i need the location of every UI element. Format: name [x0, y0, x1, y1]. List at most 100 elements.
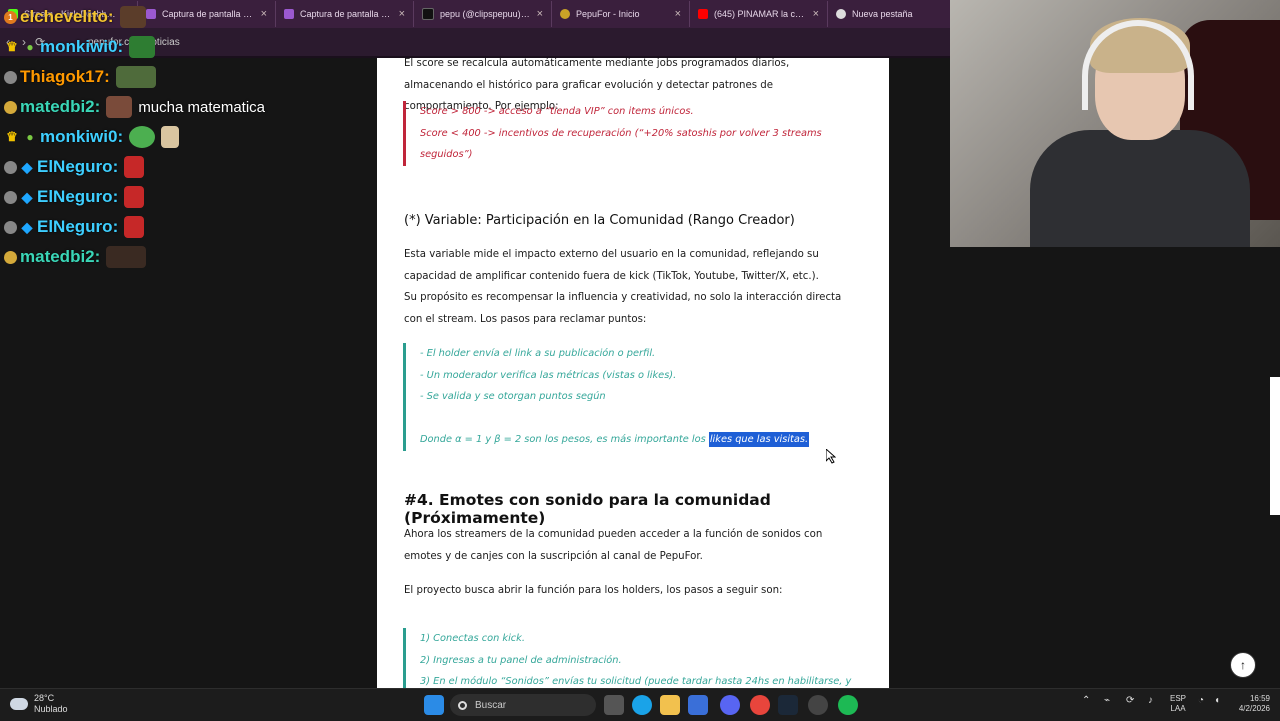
edge-icon[interactable] [632, 695, 652, 715]
temperature: 28°C [34, 693, 55, 703]
chrome-icon [836, 9, 846, 19]
tab-label: pepu (@clipspepuu) | TikT [440, 9, 531, 19]
colon: : [117, 37, 124, 56]
chat-username: elchevelito [20, 7, 108, 26]
level-badge-icon [4, 220, 17, 234]
time: 16:59 [1249, 694, 1270, 703]
diamond-badge-icon: ◆ [21, 158, 33, 175]
spotify-icon[interactable] [838, 695, 858, 715]
weather-condition: Nublado [34, 704, 68, 714]
tiktok-icon [422, 8, 434, 20]
colon: : [112, 187, 119, 206]
chat-username: matedbi2 [20, 97, 95, 116]
chat-message: 1 elchevelito: [4, 3, 146, 31]
chrome-icon[interactable] [750, 695, 770, 715]
sub-badge-icon: 1 [4, 10, 17, 24]
emote-icon [106, 246, 147, 268]
webcam-feed [950, 0, 1280, 247]
microphone-icon[interactable]: ♪ [1148, 695, 1153, 706]
frog-badge-icon: ● [26, 40, 34, 54]
browser-tab[interactable]: (645) PINAMAR la canción × [690, 1, 828, 27]
popcorn-emote-icon [161, 126, 180, 148]
paragraph: Su propósito es recompensar la influenci… [404, 292, 842, 325]
browser-tab-active[interactable]: PepuFor - Inicio × [552, 1, 690, 27]
sync-icon[interactable]: ⟳ [1126, 695, 1134, 706]
chevron-up-icon[interactable]: ⌃ [1082, 695, 1090, 706]
discord-icon[interactable] [720, 695, 740, 715]
pepufor-icon [560, 9, 570, 19]
close-icon[interactable]: × [675, 8, 681, 20]
wifi-icon[interactable]: ◔ [1198, 695, 1204, 706]
level-badge-icon [4, 70, 17, 84]
formula-text: Donde α = 1 y β = 2 son los pesos, es má… [420, 434, 709, 445]
file-explorer-icon[interactable] [660, 695, 680, 715]
network-icon[interactable]: ⌁ [1104, 695, 1110, 706]
close-icon[interactable]: × [537, 8, 543, 20]
chat-username: matedbi2 [20, 247, 95, 266]
scroll-to-top-button[interactable]: ↑ [1230, 652, 1256, 678]
callout-spacer [420, 408, 858, 430]
chat-message: matedbi2: mucha matematica [4, 93, 265, 121]
emote-icon [106, 96, 133, 118]
red-callout: Score > 800 -> acceso a “tienda VIP” con… [403, 101, 858, 166]
colon: : [117, 127, 124, 146]
crown-badge-icon: ♛ [6, 39, 18, 54]
colon: : [94, 247, 101, 266]
chat-username: monkiwi0 [40, 37, 118, 56]
windows-start-icon[interactable] [424, 695, 444, 715]
chat-overlay: 1 elchevelito: ♛ ● monkiwi0: Thiagok17: … [0, 0, 380, 280]
obs-icon[interactable] [808, 695, 828, 715]
chat-message: ◆ ElNeguro: [4, 153, 145, 181]
chat-message: ◆ ElNeguro: [4, 213, 145, 241]
streamer-body [1030, 130, 1250, 247]
store-icon[interactable] [688, 695, 708, 715]
steam-icon[interactable] [778, 695, 798, 715]
emote-icon [119, 6, 146, 28]
chat-username: ElNeguro [37, 187, 113, 206]
callout-line: - Se valida y se otorgan puntos según [420, 391, 606, 402]
paragraph: Ahora los streamers de la comunidad pued… [404, 529, 823, 562]
search-placeholder: Buscar [475, 699, 507, 711]
volume-icon[interactable]: ◖ [1214, 695, 1220, 706]
callout-line: Score > 800 -> acceso a “tienda VIP” con… [420, 106, 694, 117]
steps-callout: 1) Conectas con kick. 2) Ingresas a tu p… [403, 628, 858, 688]
paragraph: Esta variable mide el impacto externo de… [404, 249, 819, 282]
new-tab-label: Nueva pestaña [852, 9, 913, 19]
pepe-emote-icon [129, 126, 156, 148]
system-clock[interactable]: 16:59 4/2/2026 [1230, 694, 1270, 714]
chat-username: ElNeguro [37, 157, 113, 176]
language-code: ESP [1170, 694, 1187, 703]
date: 4/2/2026 [1238, 704, 1270, 713]
new-tab[interactable]: Nueva pestaña [828, 1, 921, 27]
colon: : [94, 97, 101, 116]
taskbar-search[interactable]: Buscar [450, 694, 596, 716]
teal-callout: - El holder envía el link a su publicaci… [403, 343, 858, 451]
keyboard-layout: LAA [1170, 704, 1186, 713]
diamond-badge-icon: ◆ [21, 218, 33, 235]
tab-label: PepuFor - Inicio [576, 9, 640, 19]
step-item: 2) Ingresas a tu panel de administración… [420, 654, 622, 666]
chat-message: ♛ ● monkiwi0: [4, 33, 156, 61]
browser-tab[interactable]: pepu (@clipspepuu) | TikT × [414, 1, 552, 27]
chat-message: ◆ ElNeguro: [4, 183, 145, 211]
language-indicator[interactable]: ESP LAA [1170, 694, 1186, 714]
emote-icon [129, 36, 156, 58]
chat-message: matedbi2: [4, 243, 147, 271]
level-badge-icon [4, 160, 17, 174]
callout-line: - El holder envía el link a su publicaci… [420, 348, 656, 359]
colon: : [104, 67, 110, 86]
step-item: 1) Conectas con kick. [420, 633, 525, 644]
youtube-icon [698, 9, 708, 19]
colon: : [112, 217, 119, 236]
close-icon[interactable]: × [399, 8, 405, 20]
chat-message: ♛ ● monkiwi0: [4, 123, 180, 151]
chat-username: Thiagok17 [20, 67, 105, 86]
chat-text: mucha matematica [138, 98, 266, 116]
article-content: El score se recalcula automáticamente me… [377, 58, 889, 688]
task-view-icon[interactable] [604, 695, 624, 715]
close-icon[interactable]: × [813, 8, 819, 20]
cursor-icon [826, 449, 836, 464]
crown-badge-icon: ♛ [6, 129, 18, 144]
weather-widget[interactable]: 28°C Nublado [10, 693, 68, 715]
level-badge-icon [4, 190, 17, 204]
